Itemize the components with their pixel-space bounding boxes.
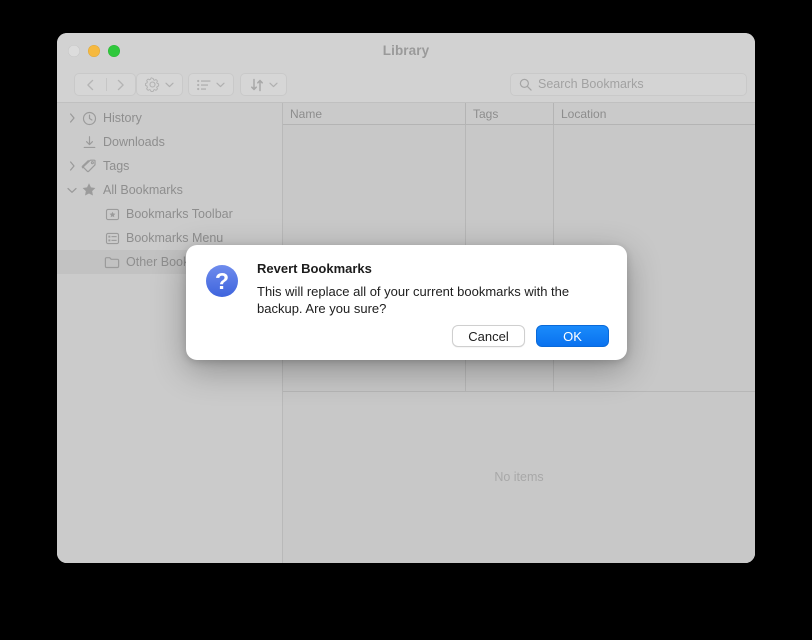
clock-icon: [80, 111, 98, 126]
bookmarks-menu-icon: [103, 231, 121, 246]
column-header-location[interactable]: Location: [554, 103, 755, 124]
chevron-left-icon: [86, 79, 95, 91]
dialog-title: Revert Bookmarks: [257, 261, 609, 277]
ok-button[interactable]: OK: [536, 325, 609, 347]
sidebar-item-history[interactable]: History: [57, 106, 282, 130]
view-options-button[interactable]: [188, 73, 234, 96]
toolbar: Search Bookmarks: [57, 70, 755, 103]
bookmarks-toolbar-icon: [103, 207, 121, 222]
revert-bookmarks-dialog: ? Revert Bookmarks This will replace all…: [186, 245, 627, 360]
nav-divider: [106, 78, 107, 91]
column-header-name[interactable]: Name: [283, 103, 466, 124]
tree-empty-area[interactable]: No items: [283, 391, 755, 563]
sidebar-item-all-bookmarks[interactable]: All Bookmarks: [57, 178, 282, 202]
folder-icon: [103, 255, 121, 270]
sidebar-item-label: All Bookmarks: [103, 183, 183, 197]
sidebar-item-label: Bookmarks Toolbar: [126, 207, 233, 221]
sidebar-item-bookmarks-toolbar[interactable]: Bookmarks Toolbar: [57, 202, 282, 226]
dialog-button-row: Cancel OK: [452, 325, 609, 347]
sidebar-item-label: Tags: [103, 159, 129, 173]
twisty-placeholder: [87, 209, 103, 219]
window-title: Library: [57, 43, 755, 58]
chevron-right-icon[interactable]: [64, 161, 80, 171]
search-placeholder: Search Bookmarks: [538, 78, 644, 91]
chevron-down-icon: [165, 82, 174, 88]
dialog-content: Revert Bookmarks This will replace all o…: [257, 261, 609, 346]
sidebar-item-label: Downloads: [103, 135, 165, 149]
organize-menu-button[interactable]: [136, 73, 183, 96]
list-view-icon: [197, 79, 211, 91]
chevron-right-icon[interactable]: [64, 113, 80, 123]
sort-arrows-icon: [250, 78, 264, 92]
search-icon: [519, 78, 532, 91]
sidebar-item-label: Bookmarks Menu: [126, 231, 223, 245]
question-mark-icon: ?: [204, 263, 240, 299]
twisty-placeholder: [87, 233, 103, 243]
sidebar-item-tags[interactable]: Tags: [57, 154, 282, 178]
back-button[interactable]: [75, 74, 105, 95]
forward-button[interactable]: [105, 74, 135, 95]
navigation-segmented-control[interactable]: [74, 73, 136, 96]
dialog-message: This will replace all of your current bo…: [257, 283, 593, 318]
svg-text:?: ?: [215, 268, 229, 294]
twisty-placeholder: [64, 137, 80, 147]
window-titlebar: Library: [57, 33, 755, 70]
twisty-placeholder: [87, 257, 103, 267]
chevron-down-icon: [269, 82, 278, 88]
column-header-row: Name Tags Location: [283, 103, 755, 125]
chevron-right-icon: [116, 79, 125, 91]
empty-state-message: No items: [283, 470, 755, 484]
star-icon: [80, 182, 98, 198]
sort-button[interactable]: [240, 73, 287, 96]
search-input[interactable]: Search Bookmarks: [510, 73, 747, 96]
tag-icon: [80, 158, 98, 174]
screen: Library: [0, 0, 812, 640]
download-icon: [80, 135, 98, 150]
gear-icon: [145, 77, 160, 92]
cancel-button[interactable]: Cancel: [452, 325, 525, 347]
chevron-down-icon[interactable]: [64, 187, 80, 194]
chevron-down-icon: [216, 82, 225, 88]
sidebar-item-label: History: [103, 111, 142, 125]
column-header-tags[interactable]: Tags: [466, 103, 554, 124]
sidebar-item-downloads[interactable]: Downloads: [57, 130, 282, 154]
